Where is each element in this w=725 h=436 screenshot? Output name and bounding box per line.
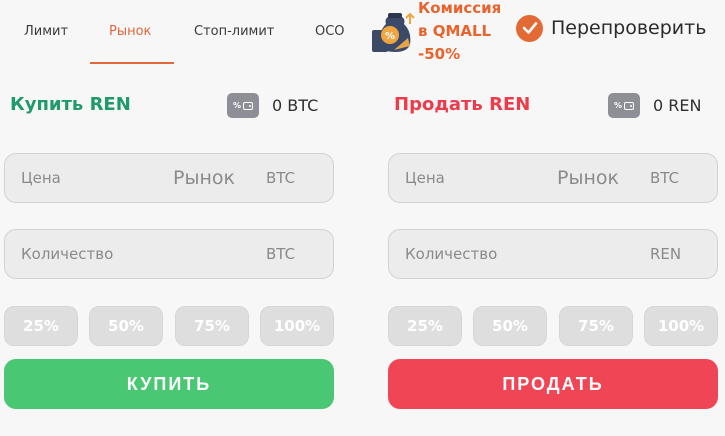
tab-limit[interactable]: Лимит [24, 24, 68, 39]
buy-balance: 0 BTC [272, 96, 319, 115]
active-tab-indicator [90, 62, 174, 64]
sell-button[interactable]: ПРОДАТЬ [388, 359, 718, 409]
order-type-bar: Лимит Рынок Стоп-лимит OCO % Комиссия в … [0, 0, 725, 64]
buy-button[interactable]: КУПИТЬ [4, 359, 334, 409]
wallet-icon-text: % [613, 101, 622, 110]
svg-text:%: % [385, 31, 395, 42]
money-bag-icon: % [372, 12, 415, 52]
sell-price-unit: BTC [650, 169, 680, 187]
sell-balance: 0 REN [653, 96, 702, 115]
buy-percent-row: 25% 50% 75% 100% [4, 306, 334, 346]
recheck-button[interactable]: Перепроверить [516, 13, 706, 43]
buy-title: Купить REN [10, 94, 131, 115]
buy-quantity-field[interactable]: BTC [4, 229, 334, 279]
buy-price-unit: BTC [266, 169, 296, 187]
buy-percent-50-button[interactable]: 50% [89, 306, 163, 346]
sell-percent-row: 25% 50% 75% 100% [388, 306, 718, 346]
sell-percent-75-button[interactable]: 75% [559, 306, 633, 346]
tab-stop-limit[interactable]: Стоп-лимит [194, 24, 274, 39]
sell-quantity-unit: REN [650, 245, 682, 263]
sell-percent-100-button[interactable]: 100% [644, 306, 718, 346]
commission-promo[interactable]: % Комиссия в QMALL -50% [366, 0, 516, 64]
buy-quantity-unit: BTC [266, 245, 296, 263]
sell-quantity-field[interactable]: REN [388, 229, 718, 279]
wallet-icon[interactable]: % [227, 93, 259, 118]
buy-market-tag: Рынок [173, 167, 235, 189]
sell-title: Продать REN [394, 94, 531, 115]
buy-percent-100-button[interactable]: 100% [260, 306, 334, 346]
tab-oco[interactable]: OCO [315, 24, 345, 39]
sell-percent-25-button[interactable]: 25% [388, 306, 462, 346]
wallet-icon[interactable]: % [608, 93, 640, 118]
promo-line-1: Комиссия [418, 0, 502, 17]
promo-line-3: -50% [418, 45, 461, 63]
tab-market[interactable]: Рынок [109, 24, 151, 39]
checkmark-icon [516, 14, 543, 42]
sell-market-tag: Рынок [557, 167, 619, 189]
wallet-icon-text: % [232, 101, 241, 110]
promo-line-2: в QMALL [418, 22, 492, 40]
sell-percent-50-button[interactable]: 50% [473, 306, 547, 346]
buy-price-field[interactable]: Рынок BTC [4, 153, 334, 203]
recheck-label: Перепроверить [551, 17, 707, 39]
buy-percent-25-button[interactable]: 25% [4, 306, 78, 346]
buy-percent-75-button[interactable]: 75% [175, 306, 249, 346]
sell-price-field[interactable]: Рынок BTC [388, 153, 718, 203]
